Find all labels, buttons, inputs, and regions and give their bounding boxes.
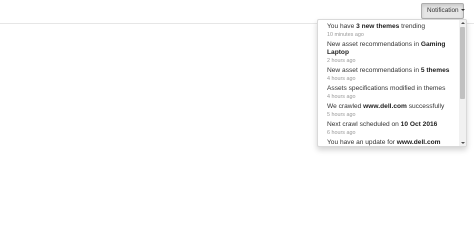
notification-item[interactable]: New asset recommendations in 5 themes 4 h… [327,67,457,83]
notification-time: 4 hours ago [327,76,356,83]
notification-text: We crawled [327,103,364,110]
notification-item[interactable]: We crawled www.dell.com successfully 5 ho… [327,103,457,119]
notification-button[interactable]: Notification [421,3,465,19]
notification-text: New asset recommendations in [327,41,421,48]
notification-item[interactable]: New asset recommendations in Gaming Lapt… [327,41,457,65]
notification-text: successfully [406,103,445,110]
notification-message: Next crawl scheduled on 10 Oct 2016 [327,121,437,128]
scrollbar[interactable] [459,20,466,146]
notification-text: Next crawl scheduled on [327,121,401,128]
notification-item[interactable]: You have 3 new themes trending 10 minutes… [327,23,457,39]
notification-message: New asset recommendations in Gaming Lapt… [327,41,445,56]
notification-highlight: www.dell.com [363,103,407,110]
notification-time: 2 hours ago [327,58,356,65]
caret-down-icon [460,9,465,12]
notification-button-label: Notification [427,7,459,14]
notification-highlight: 3 new themes [356,23,400,30]
notification-message: Assets specifications modified in themes [327,85,445,92]
notification-text: You have [327,23,357,30]
notification-highlight: 5 themes [420,67,450,74]
scroll-down-arrow-icon[interactable] [460,142,465,144]
notification-time: 6 hours ago [327,130,356,137]
notification-message: You have 3 new themes trending [327,23,425,30]
notification-text: You have an update for [327,139,397,146]
scrollbar-thumb[interactable] [460,27,465,99]
notification-message: New asset recommendations in 5 themes [327,67,449,74]
scroll-up-arrow-icon[interactable] [460,22,465,24]
notification-dropdown: You have 3 new themes trending 10 minutes… [317,19,467,147]
notification-message: We crawled www.dell.com successfully [327,103,444,110]
notification-message: You have an update for www.dell.com [327,139,441,146]
notification-item[interactable]: You have an update for www.dell.com [327,139,457,146]
notification-item[interactable]: Next crawl scheduled on 10 Oct 2016 6 hou… [327,121,457,137]
notification-time: 5 hours ago [327,112,356,119]
notification-text: trending [399,23,426,30]
notification-time: 4 hours ago [327,94,356,101]
notification-time: 10 minutes ago [327,32,364,39]
notification-item[interactable]: Assets specifications modified in themes… [327,85,457,101]
notification-highlight: 10 Oct 2016 [400,121,438,128]
notification-text: New asset recommendations in [327,67,421,74]
notification-highlight: www.dell.com [396,139,441,146]
notification-text: Assets specifications modified in themes [327,85,446,92]
